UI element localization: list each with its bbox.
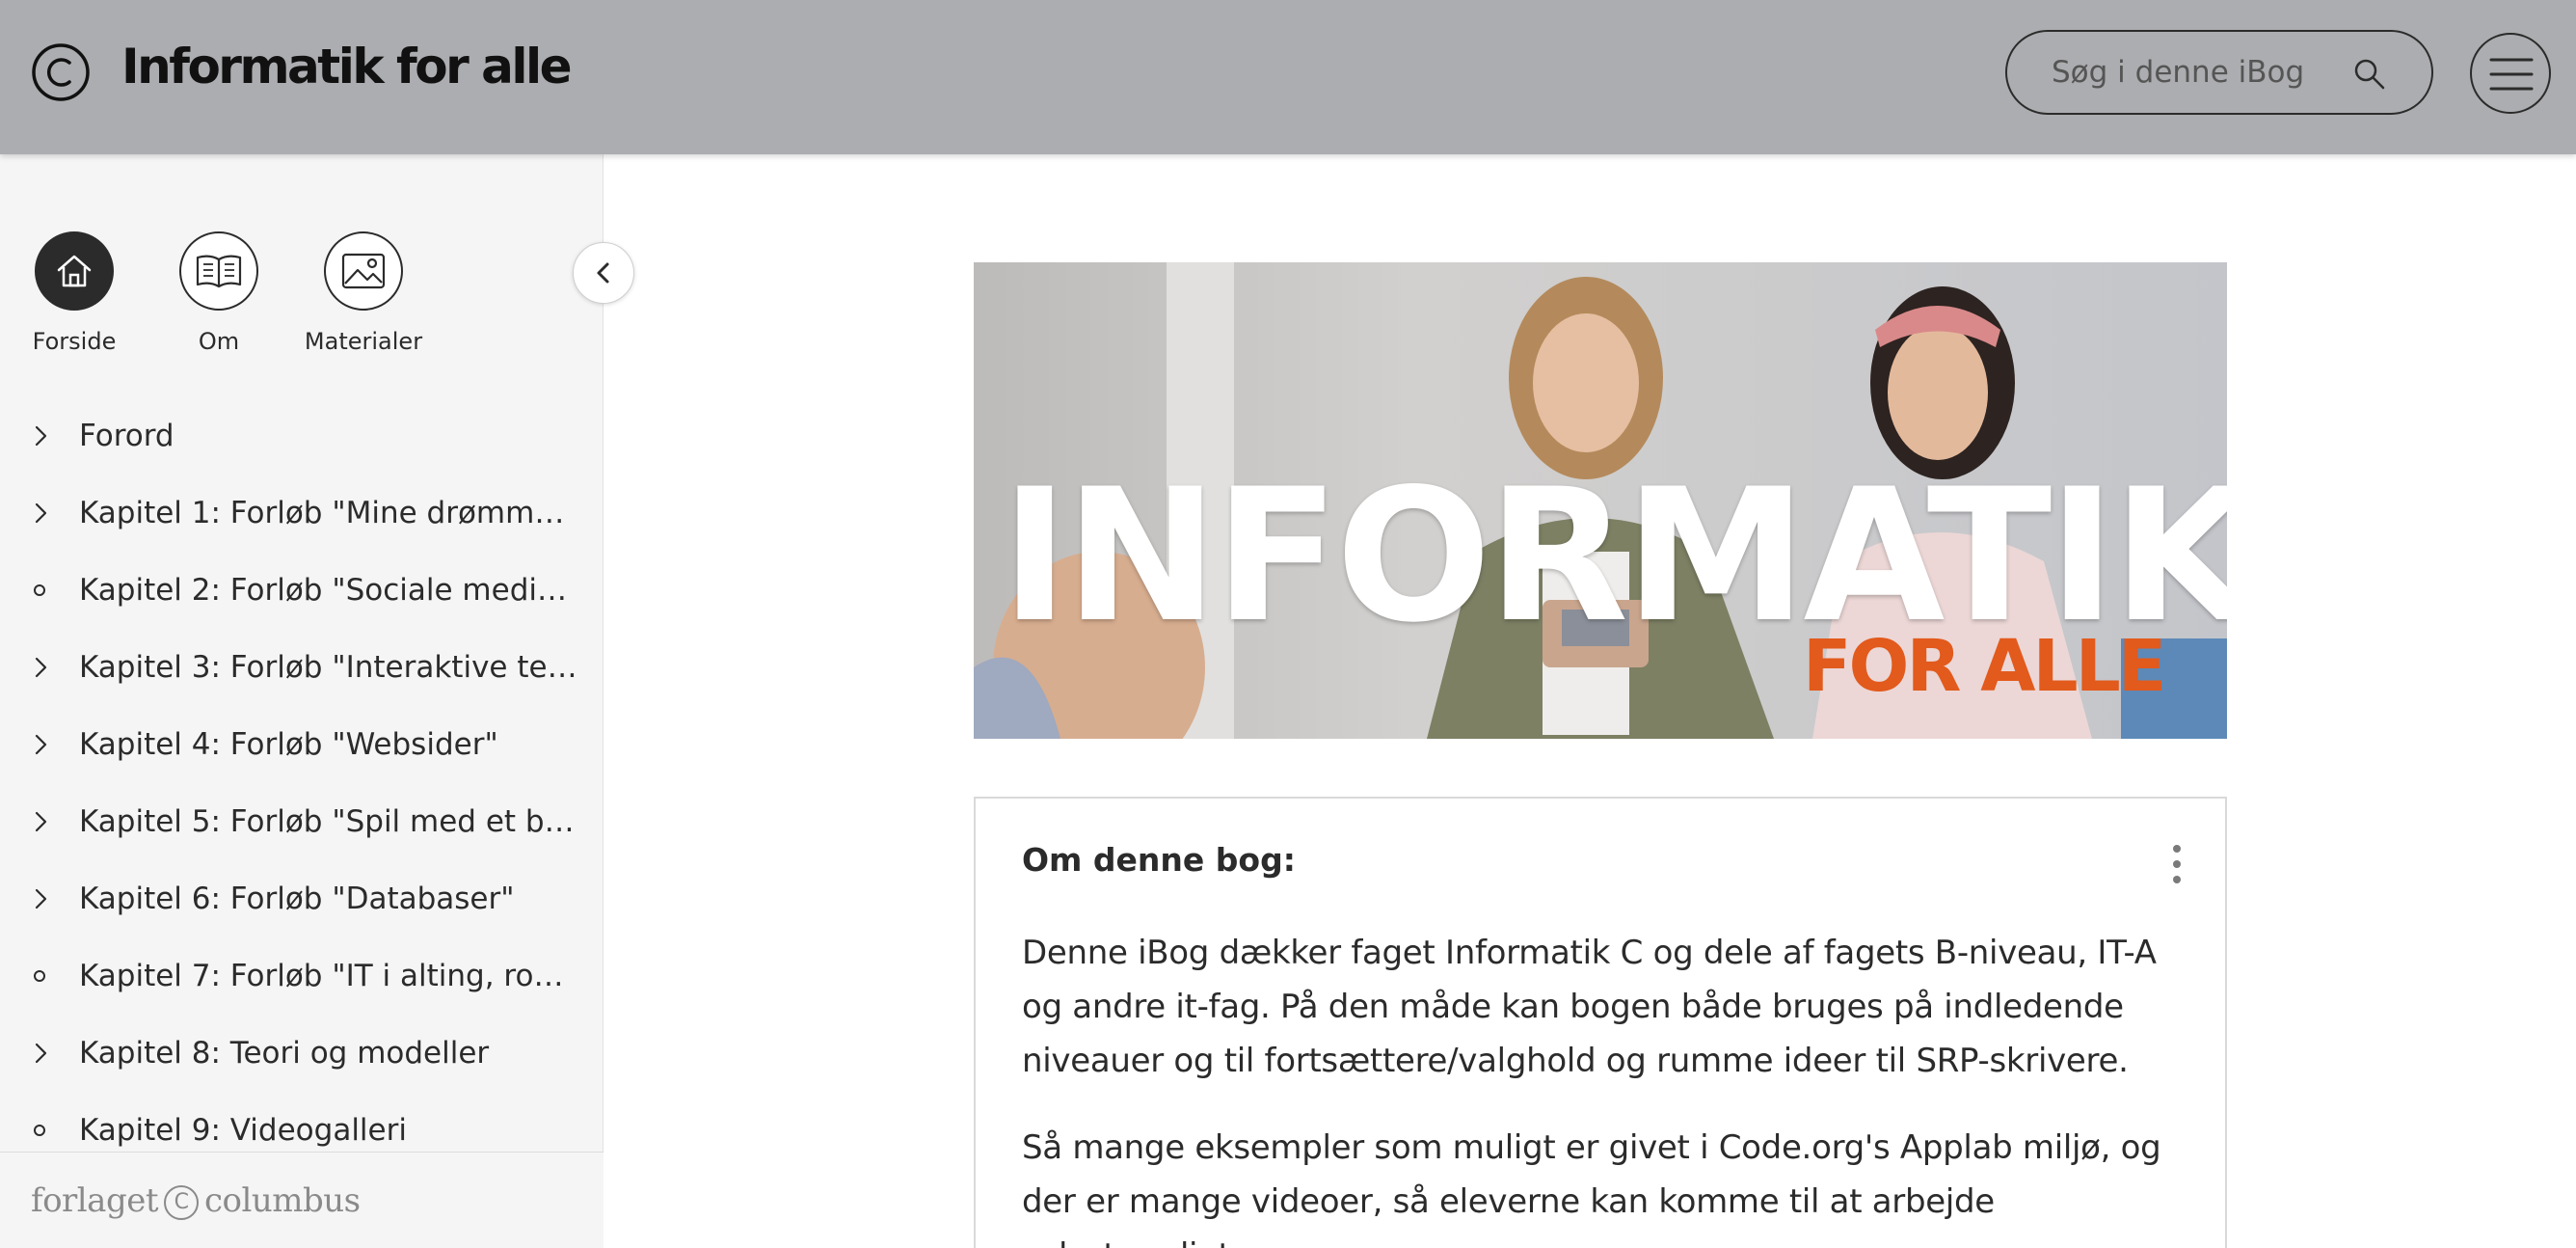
about-book-card: Om denne bog: Denne iBog dækker faget In…: [974, 797, 2227, 1248]
about-button[interactable]: [179, 231, 258, 311]
card-paragraph: Denne iBog dækker faget Informatik C og …: [1022, 934, 2157, 1080]
quick-link-forside[interactable]: Forside: [7, 231, 142, 355]
toc-item-label[interactable]: Kapitel 5: Forløb "Spil med et buds...: [79, 804, 580, 839]
toc-item-label[interactable]: Kapitel 4: Forløb "Websider": [79, 727, 580, 762]
publisher-name-right: columbus: [204, 1181, 361, 1220]
quick-link-label: Om: [198, 328, 240, 355]
toc-item-label[interactable]: Kapitel 3: Forløb "Interaktive test": [79, 650, 580, 685]
chevron-left-icon: [597, 262, 609, 284]
publisher-logo[interactable]: forlaget Ccolumbus: [31, 1181, 361, 1220]
bullet-dot-icon: [34, 970, 45, 982]
quick-link-om[interactable]: Om: [151, 231, 286, 355]
toc-item-label[interactable]: Kapitel 9: Videogalleri: [79, 1113, 580, 1148]
bullet-dot-icon: [34, 1125, 45, 1136]
home-icon: [57, 255, 92, 287]
chevron-right-icon[interactable]: [33, 810, 50, 833]
toc-item-label[interactable]: Kapitel 1: Forløb "Mine drømmes r...: [79, 496, 580, 530]
toc-item-kapitel-4[interactable]: Kapitel 4: Forløb "Websider": [0, 706, 604, 783]
chevron-right-icon[interactable]: [33, 502, 50, 525]
publisher-name-left: forlaget: [31, 1181, 159, 1220]
bullet-dot-icon: [34, 584, 45, 596]
toc-item-kapitel-6[interactable]: Kapitel 6: Forløb "Databaser": [0, 860, 604, 937]
sidebar: Forside Om Materialer Forord Kapitel 1: …: [0, 154, 634, 1248]
quick-link-label: Forside: [32, 328, 117, 355]
card-title: Om denne bog:: [1022, 841, 1296, 879]
quick-link-label: Materialer: [304, 328, 423, 355]
toc-item-kapitel-8[interactable]: Kapitel 8: Teori og modeller: [0, 1015, 604, 1092]
toc-item-kapitel-3[interactable]: Kapitel 3: Forløb "Interaktive test": [0, 629, 604, 706]
materials-button[interactable]: [324, 231, 403, 311]
more-options-icon[interactable]: [2167, 845, 2187, 891]
toc-item-label[interactable]: Kapitel 8: Teori og modeller: [79, 1036, 580, 1071]
chevron-right-icon[interactable]: [33, 424, 50, 448]
table-of-contents: Forord Kapitel 1: Forløb "Mine drømmes r…: [0, 397, 604, 1169]
hamburger-menu-icon: [2489, 58, 2534, 91]
chevron-right-icon[interactable]: [33, 1042, 50, 1065]
chevron-right-icon[interactable]: [33, 656, 50, 679]
toc-item-label[interactable]: Kapitel 7: Forløb "IT i alting, robott..…: [79, 959, 580, 993]
search-icon[interactable]: [2352, 57, 2387, 92]
hero-banner-image: INFORMATIK FOR ALLE: [974, 262, 2227, 739]
toc-item-kapitel-1[interactable]: Kapitel 1: Forløb "Mine drømmes r...: [0, 475, 604, 552]
toc-item-label[interactable]: Kapitel 6: Forløb "Databaser": [79, 882, 580, 916]
toc-item-kapitel-5[interactable]: Kapitel 5: Forløb "Spil med et buds...: [0, 783, 604, 860]
top-header: Informatik for alle: [0, 0, 2576, 154]
copyright-logo-icon[interactable]: [31, 42, 91, 102]
collapse-sidebar-button[interactable]: [573, 242, 634, 304]
image-icon: [341, 253, 386, 289]
search-box[interactable]: [2005, 30, 2433, 115]
search-input[interactable]: [2052, 47, 2341, 97]
toc-item-forord[interactable]: Forord: [0, 397, 604, 475]
banner-subtitle: FOR ALLE: [1803, 625, 2166, 708]
toc-item-kapitel-7[interactable]: Kapitel 7: Forløb "IT i alting, robott..…: [0, 937, 604, 1015]
toc-item-label[interactable]: Kapitel 2: Forløb "Sociale medier, di...: [79, 573, 580, 608]
sidebar-footer: forlaget Ccolumbus: [0, 1152, 604, 1248]
home-button[interactable]: [35, 231, 114, 311]
toc-item-kapitel-2[interactable]: Kapitel 2: Forløb "Sociale medier, di...: [0, 552, 604, 629]
quick-link-materialer[interactable]: Materialer: [296, 231, 431, 355]
chevron-right-icon[interactable]: [33, 733, 50, 756]
chevron-right-icon[interactable]: [33, 887, 50, 910]
toc-item-label[interactable]: Forord: [79, 419, 580, 453]
book-icon: [196, 255, 242, 288]
card-paragraph: Så mange eksempler som muligt er givet i…: [1022, 1128, 2161, 1248]
copyright-mark-icon: C: [164, 1185, 199, 1220]
app-title[interactable]: Informatik for alle: [121, 39, 573, 95]
main-menu-button[interactable]: [2470, 33, 2551, 114]
banner-title: INFORMATIK: [1001, 449, 2227, 663]
